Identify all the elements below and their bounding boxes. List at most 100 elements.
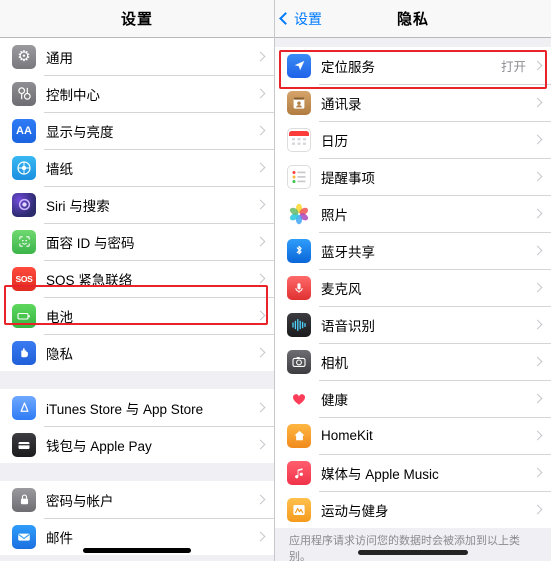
apple-music-icon bbox=[287, 460, 311, 485]
microphone-icon bbox=[287, 275, 311, 300]
chevron-right-icon bbox=[532, 134, 543, 145]
privacy-item-contacts[interactable]: 通讯录 bbox=[275, 84, 551, 121]
sidebar-item-battery[interactable]: 电池 bbox=[0, 297, 274, 334]
privacy-item-camera[interactable]: 相机 bbox=[275, 343, 551, 380]
row-label: 通用 bbox=[46, 50, 73, 66]
chevron-right-icon bbox=[532, 97, 543, 108]
left-navbar: 设置 bbox=[0, 0, 274, 38]
chevron-right-icon bbox=[532, 60, 543, 71]
chevron-right-icon bbox=[255, 236, 266, 247]
chevron-right-icon bbox=[255, 402, 266, 413]
wallet-icon bbox=[12, 432, 36, 457]
bluetooth-icon bbox=[287, 238, 311, 263]
siri-icon bbox=[12, 192, 36, 217]
sidebar-item-wallpaper[interactable]: 墙纸 bbox=[0, 149, 274, 186]
row-label: 相机 bbox=[321, 355, 348, 371]
privacy-item-motion-fitness[interactable]: 运动与健身 bbox=[275, 491, 551, 528]
row-label: 墙纸 bbox=[46, 161, 73, 177]
chevron-right-icon bbox=[532, 171, 543, 182]
chevron-right-icon bbox=[255, 125, 266, 136]
chevron-right-icon bbox=[255, 162, 266, 173]
wallpaper-icon bbox=[12, 155, 36, 180]
chevron-right-icon bbox=[255, 347, 266, 358]
row-value: 打开 bbox=[500, 60, 526, 74]
settings-privacy-screenshot: 设置 ⚙ 通用 控制中心 AA 显示与亮度 墙纸 Siri 与搜索 面容 ID … bbox=[0, 0, 551, 561]
privacy-item-health[interactable]: 健康 bbox=[275, 380, 551, 417]
privacy-item-microphone[interactable]: 麦克风 bbox=[275, 269, 551, 306]
sidebar-item-wallet-apple-pay[interactable]: 钱包与 Apple Pay bbox=[0, 426, 274, 463]
contacts-icon bbox=[287, 90, 311, 115]
row-label: iTunes Store 与 App Store bbox=[46, 401, 204, 417]
sidebar-item-privacy[interactable]: 隐私 bbox=[0, 334, 274, 371]
sidebar-item-siri-search[interactable]: Siri 与搜索 bbox=[0, 186, 274, 223]
chevron-right-icon bbox=[255, 273, 266, 284]
sos-icon: SOS bbox=[12, 266, 36, 291]
privacy-footer-note: 应用程序请求访问您的数据时会被添加到以上类别。 bbox=[275, 528, 551, 561]
row-label: SOS 紧急联络 bbox=[46, 272, 133, 288]
battery-icon bbox=[12, 303, 36, 328]
privacy-icon bbox=[12, 340, 36, 365]
mail-icon bbox=[12, 524, 36, 549]
privacy-item-speech-recognition[interactable]: 语音识别 bbox=[275, 306, 551, 343]
privacy-item-location-services[interactable]: 定位服务 打开 bbox=[275, 47, 551, 84]
row-label: 通讯录 bbox=[321, 96, 362, 112]
right-navbar: 设置 隐私 bbox=[275, 0, 551, 38]
sidebar-item-display-brightness[interactable]: AA 显示与亮度 bbox=[0, 112, 274, 149]
privacy-panel: 设置 隐私 定位服务 打开 通讯录 日历 提醒事项 照片 蓝牙共享 麦克风 语音… bbox=[275, 0, 551, 561]
chevron-right-icon bbox=[532, 504, 543, 515]
row-label: 媒体与 Apple Music bbox=[321, 466, 439, 482]
face-id-icon bbox=[12, 229, 36, 254]
sidebar-item-control-center[interactable]: 控制中心 bbox=[0, 75, 274, 112]
row-label: 提醒事项 bbox=[321, 170, 375, 186]
privacy-item-reminders[interactable]: 提醒事项 bbox=[275, 158, 551, 195]
row-label: 密码与帐户 bbox=[46, 493, 114, 509]
settings-group-3: 密码与帐户 邮件 bbox=[0, 481, 274, 555]
row-label: Siri 与搜索 bbox=[46, 198, 110, 214]
row-label: 显示与亮度 bbox=[46, 124, 114, 140]
privacy-item-homekit[interactable]: HomeKit bbox=[275, 417, 551, 454]
calendar-icon bbox=[287, 127, 311, 152]
chevron-right-icon bbox=[532, 393, 543, 404]
row-label: 钱包与 Apple Pay bbox=[46, 438, 152, 454]
row-label: 面容 ID 与密码 bbox=[46, 235, 135, 251]
fitness-icon bbox=[287, 497, 311, 522]
health-icon bbox=[287, 386, 311, 411]
privacy-item-photos[interactable]: 照片 bbox=[275, 195, 551, 232]
home-indicator-right bbox=[358, 550, 468, 555]
row-label: HomeKit bbox=[321, 428, 373, 443]
chevron-right-icon bbox=[255, 88, 266, 99]
sidebar-item-emergency-sos[interactable]: SOS SOS 紧急联络 bbox=[0, 260, 274, 297]
photos-icon bbox=[287, 201, 311, 226]
sidebar-item-general[interactable]: ⚙ 通用 bbox=[0, 38, 274, 75]
chevron-right-icon bbox=[255, 531, 266, 542]
settings-panel: 设置 ⚙ 通用 控制中心 AA 显示与亮度 墙纸 Siri 与搜索 面容 ID … bbox=[0, 0, 275, 561]
privacy-item-bluetooth-sharing[interactable]: 蓝牙共享 bbox=[275, 232, 551, 269]
row-label: 运动与健身 bbox=[321, 503, 389, 519]
chevron-right-icon bbox=[532, 319, 543, 330]
itunes-store-icon bbox=[12, 395, 36, 420]
chevron-right-icon bbox=[532, 245, 543, 256]
privacy-item-media-apple-music[interactable]: 媒体与 Apple Music bbox=[275, 454, 551, 491]
homekit-icon bbox=[287, 423, 311, 448]
reminders-icon bbox=[287, 164, 311, 189]
left-nav-title: 设置 bbox=[120, 11, 153, 28]
row-label: 健康 bbox=[321, 392, 348, 408]
row-label: 邮件 bbox=[46, 530, 73, 546]
sidebar-item-passwords-accounts[interactable]: 密码与帐户 bbox=[0, 481, 274, 518]
settings-group-2: iTunes Store 与 App Store 钱包与 Apple Pay bbox=[0, 389, 274, 463]
passwords-accounts-icon bbox=[12, 487, 36, 512]
sidebar-item-itunes-app-store[interactable]: iTunes Store 与 App Store bbox=[0, 389, 274, 426]
group-separator bbox=[0, 371, 274, 389]
row-label: 定位服务 bbox=[321, 59, 375, 75]
privacy-item-calendar[interactable]: 日历 bbox=[275, 121, 551, 158]
chevron-right-icon bbox=[255, 439, 266, 450]
chevron-right-icon bbox=[532, 467, 543, 478]
settings-group-1: ⚙ 通用 控制中心 AA 显示与亮度 墙纸 Siri 与搜索 面容 ID 与密码… bbox=[0, 38, 274, 371]
gear-icon: ⚙ bbox=[12, 44, 36, 69]
chevron-right-icon bbox=[255, 494, 266, 505]
sidebar-item-face-id-passcode[interactable]: 面容 ID 与密码 bbox=[0, 223, 274, 260]
right-nav-title: 隐私 bbox=[396, 11, 429, 28]
row-label: 语音识别 bbox=[321, 318, 375, 334]
chevron-right-icon bbox=[532, 208, 543, 219]
location-services-icon bbox=[287, 53, 311, 78]
